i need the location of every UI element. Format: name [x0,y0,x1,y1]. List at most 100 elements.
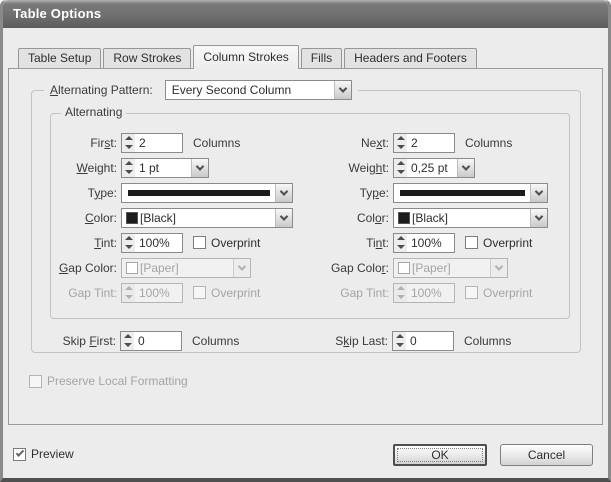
spin-up-icon[interactable] [393,333,406,339]
paper-color-swatch [398,262,410,274]
spin-down-icon[interactable] [393,342,406,348]
tab-headers-and-footers[interactable]: Headers and Footers [344,48,477,68]
left-gap-color-label: Gap Color: [51,261,117,275]
dropdown-arrow-icon[interactable] [275,209,292,227]
left-tint-label: Tint: [51,236,117,250]
right-gap-overprint-label: Overprint [483,286,532,300]
skip-first-field[interactable]: 0 [120,331,182,351]
titlebar[interactable]: Table Options [3,0,608,28]
type-row: Type: Type: [51,180,569,205]
right-weight-combo[interactable]: 0,25 pt [393,158,475,178]
spin-up-icon [394,285,407,291]
spin-down-icon [394,294,407,300]
count-row: First: 2 Columns Next: [51,130,569,155]
skip-last-field[interactable]: 0 [392,331,454,351]
check-icon [15,448,23,456]
alternating-pattern-dropdown[interactable]: Every Second Column [165,80,352,100]
right-tint-field[interactable]: 100% [393,233,455,253]
spinner [394,134,407,152]
spin-up-icon[interactable] [394,235,407,241]
right-overprint-checkbox[interactable]: Overprint [465,236,532,250]
dropdown-arrow-icon[interactable] [530,209,547,227]
checkbox-box [193,236,206,249]
spin-down-icon[interactable] [394,169,407,175]
skip-row: Skip First: 0 Columns Skip Last: [50,328,580,353]
spin-down-icon[interactable] [122,169,135,175]
skip-last-value: 0 [406,332,453,350]
preview-checkbox[interactable]: Preview [13,447,74,461]
right-weight-value: 0,25 pt [407,159,457,177]
spin-down-icon[interactable] [121,342,134,348]
skip-first-label: Skip First: [50,334,116,348]
gap-color-row: Gap Color: [Paper] Gap Color: [P [51,255,569,280]
spin-up-icon[interactable] [122,135,135,141]
spin-up-icon[interactable] [122,160,135,166]
spin-down-icon[interactable] [122,244,135,250]
spinner [394,284,407,302]
tab-column-strokes[interactable]: Column Strokes [193,45,298,69]
right-weight-label: Weight: [291,161,389,175]
spinner [121,332,134,350]
spin-up-icon[interactable] [394,160,407,166]
left-overprint-checkbox[interactable]: Overprint [193,236,260,250]
spinner [122,234,135,252]
black-color-swatch [398,212,410,224]
dropdown-arrow-icon[interactable] [530,184,547,202]
left-gap-tint-field: 100% [121,283,183,303]
spinner [122,134,135,152]
right-type-dropdown[interactable] [393,183,548,203]
dropdown-arrow-icon[interactable] [275,184,292,202]
spinner [394,159,407,177]
tab-table-setup[interactable]: Table Setup [18,48,101,68]
left-weight-label: Weight: [51,161,117,175]
left-color-dropdown[interactable]: [Black] [121,208,293,228]
tab-fills[interactable]: Fills [301,48,342,68]
spin-down-icon[interactable] [394,144,407,150]
next-columns-field[interactable]: 2 [393,133,455,153]
first-value: 2 [135,134,182,152]
preserve-local-formatting-label: Preserve Local Formatting [47,374,188,388]
spinner [122,159,135,177]
spin-up-icon[interactable] [122,235,135,241]
dropdown-arrow-icon[interactable] [191,159,208,177]
spin-down-icon[interactable] [122,144,135,150]
dropdown-arrow-icon [490,259,507,277]
spin-up-icon[interactable] [394,135,407,141]
preserve-local-formatting-checkbox: Preserve Local Formatting [29,374,188,388]
dropdown-arrow-icon[interactable] [457,159,474,177]
skip-first-value: 0 [134,332,181,350]
checkbox-box [193,286,206,299]
black-color-swatch [126,212,138,224]
cancel-button[interactable]: Cancel [500,444,593,466]
left-color-label: Color: [51,211,117,225]
dropdown-arrow-icon[interactable] [334,81,351,99]
left-weight-combo[interactable]: 1 pt [121,158,209,178]
checkbox-box [29,375,42,388]
right-color-value: [Black] [410,209,448,227]
first-columns-field[interactable]: 2 [121,133,183,153]
checkbox-box [13,448,26,461]
left-tint-field[interactable]: 100% [121,233,183,253]
right-type-label: Type: [291,186,389,200]
tab-row-strokes[interactable]: Row Strokes [103,48,191,68]
right-color-label: Color: [291,211,389,225]
right-color-dropdown[interactable]: [Black] [393,208,548,228]
left-gap-overprint-checkbox: Overprint [193,286,260,300]
left-gap-tint-value: 100% [135,284,182,302]
spin-up-icon [122,285,135,291]
spin-down-icon[interactable] [394,244,407,250]
right-gap-overprint-checkbox: Overprint [465,286,532,300]
left-gap-color-value: [Paper] [138,259,179,277]
gap-tint-row: Gap Tint: 100% Overprint [51,280,569,305]
ok-button[interactable]: OK [393,444,487,466]
alternating-pattern-value: Every Second Column [170,81,291,99]
left-gap-tint-label: Gap Tint: [51,286,117,300]
spinner [393,332,406,350]
spinner [122,284,135,302]
spin-up-icon[interactable] [121,333,134,339]
skip-last-label: Skip Last: [290,334,388,348]
dropdown-arrow-icon [233,259,250,277]
left-type-label: Type: [51,186,117,200]
color-row: Color: [Black] Color: [Black] [51,205,569,230]
left-type-dropdown[interactable] [121,183,293,203]
